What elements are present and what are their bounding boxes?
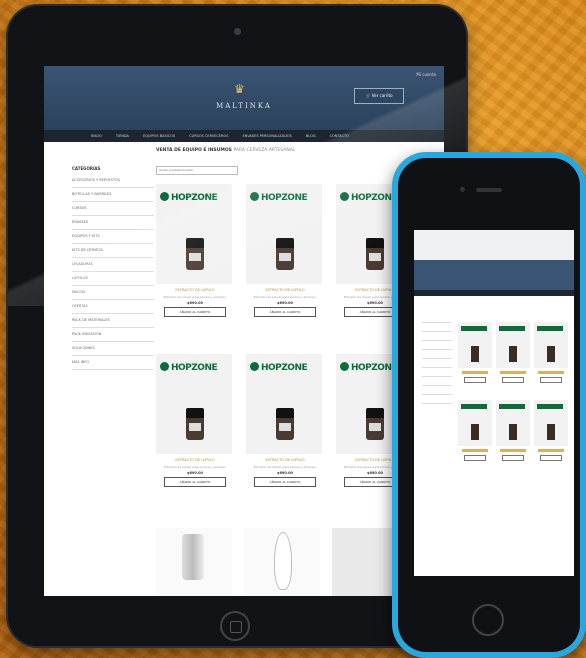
sidebar-item[interactable]: BOTELLAS Y BARRILES <box>72 188 154 202</box>
product-name[interactable]: EXTRACTO DE LÚPULO <box>246 288 324 293</box>
sidebar-item[interactable]: PACK INICIACION <box>72 328 154 342</box>
phone-nav <box>414 290 574 296</box>
product-brand: HOPZONE <box>160 192 218 203</box>
page-title-sub: PARA CERVEZA ARTESANAL <box>233 148 296 153</box>
bottle-icon <box>366 408 384 442</box>
nav-item-blog[interactable]: BLOG <box>299 130 323 142</box>
phone-product-card[interactable] <box>458 322 492 394</box>
sprayer-icon <box>182 534 204 580</box>
sort-select[interactable]: Orden predeterminado <box>156 166 238 175</box>
main-nav: INICIO TIENDA EQUIPOS BASICOS CURSOS CER… <box>44 130 444 142</box>
home-button-icon[interactable] <box>472 604 504 636</box>
phone-camera <box>460 187 465 192</box>
sidebar-item[interactable]: SOLUCIONES <box>72 342 154 356</box>
sidebar-item[interactable]: PACK DE MATERIALES <box>72 314 154 328</box>
product-card[interactable]: HOPZONE EXTRACTO DE LÚPULO Extracto de l… <box>246 354 324 514</box>
product-card[interactable]: HOPZONE EXTRACTO DE LÚPULO Extracto de l… <box>156 184 234 344</box>
product-name[interactable]: EXTRACTO DE LÚPULO <box>156 288 234 293</box>
page-title: VENTA DE EQUIPO E INSUMOS PARA CERVEZA A… <box>156 148 441 153</box>
sidebar-title: CATEGORIAS <box>72 166 101 171</box>
nav-item-envases[interactable]: ENVASES PERSONALIZADOS <box>236 130 299 142</box>
product-desc: Extracto de lúpulo para aroma y amargor <box>253 465 317 469</box>
nav-item-cursos[interactable]: CURSOS CERVECEROS <box>182 130 235 142</box>
logo-mark-icon: ♛ <box>234 82 245 96</box>
nav-item-inicio[interactable]: INICIO <box>84 130 109 142</box>
product-row-partial <box>156 528 422 596</box>
phone-product-card[interactable] <box>534 400 568 472</box>
product-price: $690.00 <box>187 301 203 305</box>
bottle-icon <box>276 238 294 272</box>
phone-product-grid <box>458 322 568 472</box>
product-image[interactable] <box>244 528 320 596</box>
sidebar-item[interactable]: LEVADURAS <box>72 258 154 272</box>
tablet-screen: Mi cuenta ♛ MALTINKA 🛒 Ver carrito INICI… <box>44 66 444 596</box>
product-image[interactable] <box>156 528 232 596</box>
sidebar-item[interactable]: ACCESORIOS Y REPUESTOS <box>72 174 154 188</box>
page-title-main: VENTA DE EQUIPO E INSUMOS <box>156 148 232 153</box>
product-desc: Extracto de lúpulo para aroma y amargor <box>163 295 227 299</box>
nav-item-equipos[interactable]: EQUIPOS BASICOS <box>136 130 182 142</box>
product-brand: HOPZONE <box>250 362 308 373</box>
add-to-cart-button[interactable]: AÑADIR AL CARRITO <box>164 477 226 487</box>
sort-row: Orden predeterminado <box>156 156 441 175</box>
product-brand: HOPZONE <box>250 192 308 203</box>
tablet-camera <box>234 28 241 35</box>
phone-site-header <box>414 230 574 290</box>
product-name[interactable]: EXTRACTO DE LÚPULO <box>246 458 324 463</box>
sidebar-item[interactable]: KITS DE CERVEZA <box>72 244 154 258</box>
sidebar-item[interactable]: ENVASES <box>72 216 154 230</box>
product-desc: Extracto de lúpulo para aroma y amargor <box>253 295 317 299</box>
product-brand: HOPZONE <box>160 362 218 373</box>
product-image[interactable]: HOPZONE <box>246 354 322 454</box>
sidebar-item[interactable]: MAS INFO <box>72 356 154 370</box>
phone-device <box>392 152 586 658</box>
bottle-icon <box>276 408 294 442</box>
phone-bezel <box>398 158 580 652</box>
nav-item-contacto[interactable]: CONTACTO <box>323 130 356 142</box>
phone-sidebar <box>422 314 452 404</box>
sidebar-item[interactable]: OFERTAS <box>72 300 154 314</box>
product-name[interactable]: EXTRACTO DE LÚPULO <box>156 458 234 463</box>
phone-product-card[interactable] <box>458 400 492 472</box>
cart-label: Ver carrito <box>371 93 393 98</box>
sidebar-item[interactable]: EQUIPOS Y KITS <box>72 230 154 244</box>
product-image[interactable]: HOPZONE <box>156 184 232 284</box>
cart-button[interactable]: 🛒 Ver carrito <box>354 88 404 104</box>
phone-product-card[interactable] <box>496 322 530 394</box>
phone-screen <box>414 230 574 576</box>
product-grid: HOPZONE EXTRACTO DE LÚPULO Extracto de l… <box>156 184 414 514</box>
product-price: $690.00 <box>277 301 293 305</box>
product-listing: VENTA DE EQUIPO E INSUMOS PARA CERVEZA A… <box>156 148 441 596</box>
home-button-icon[interactable] <box>220 611 250 641</box>
product-price: $690.00 <box>277 471 293 475</box>
flask-icon <box>274 532 292 590</box>
sidebar-item[interactable]: CURSOS <box>72 202 154 216</box>
site-header: Mi cuenta ♛ MALTINKA 🛒 Ver carrito <box>44 66 444 130</box>
phone-product-card[interactable] <box>496 400 530 472</box>
phone-speaker <box>476 188 502 192</box>
product-card[interactable]: HOPZONE EXTRACTO DE LÚPULO Extracto de l… <box>156 354 234 514</box>
product-card[interactable]: HOPZONE EXTRACTO DE LÚPULO Extracto de l… <box>246 184 324 344</box>
product-price: $690.00 <box>187 471 203 475</box>
product-desc: Extracto de lúpulo para aroma y amargor <box>163 465 227 469</box>
sidebar-item[interactable]: MALTAS <box>72 286 154 300</box>
add-to-cart-button[interactable]: AÑADIR AL CARRITO <box>164 307 226 317</box>
bottle-icon <box>186 238 204 272</box>
category-sidebar: CATEGORIAS ACCESORIOS Y REPUESTOS BOTELL… <box>72 166 154 370</box>
product-brand: HOPZONE <box>340 362 398 373</box>
bottle-icon <box>366 238 384 272</box>
account-link[interactable]: Mi cuenta <box>416 72 436 77</box>
product-brand: HOPZONE <box>340 192 398 203</box>
nav-item-tienda[interactable]: TIENDA <box>109 130 136 142</box>
bottle-icon <box>186 408 204 442</box>
add-to-cart-button[interactable]: AÑADIR AL CARRITO <box>254 477 316 487</box>
phone-product-card[interactable] <box>534 322 568 394</box>
product-image[interactable]: HOPZONE <box>156 354 232 454</box>
add-to-cart-button[interactable]: AÑADIR AL CARRITO <box>254 307 316 317</box>
product-image[interactable]: HOPZONE <box>246 184 322 284</box>
sidebar-item[interactable]: LUPULOS <box>72 272 154 286</box>
